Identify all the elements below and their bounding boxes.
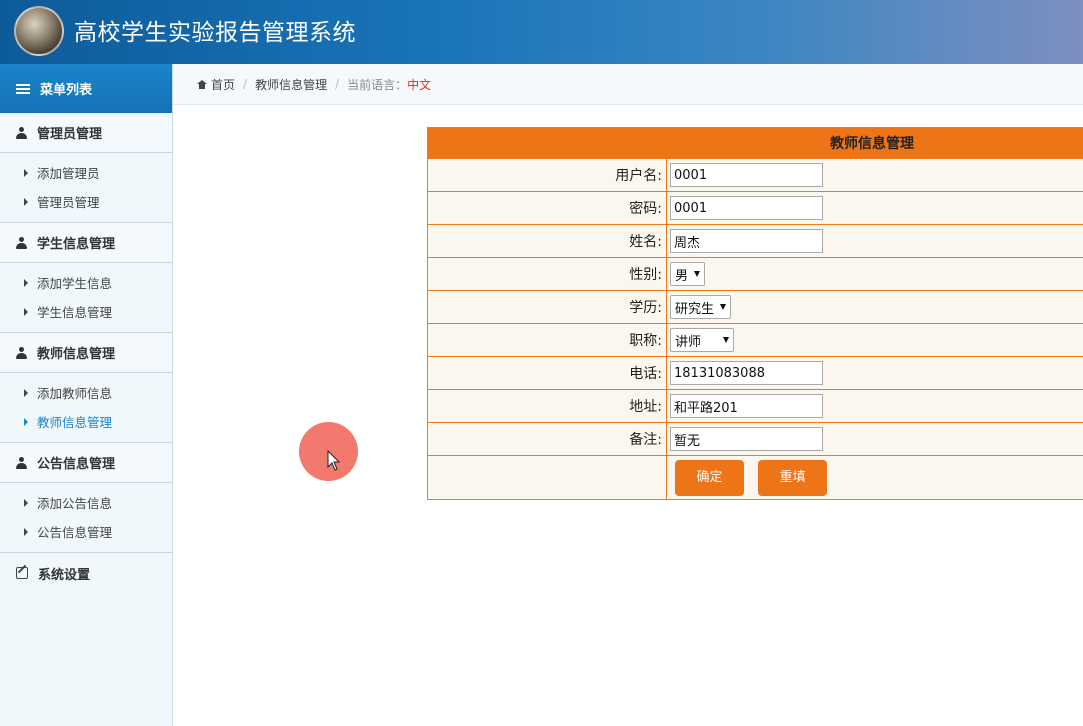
app-title: 高校学生实验报告管理系统 (74, 20, 356, 46)
language-label: 当前语言： (347, 77, 408, 92)
group-title: 学生信息管理 (37, 237, 116, 252)
sidebar-item-label: 公告信息管理 (37, 525, 113, 540)
home-icon (197, 79, 207, 89)
group-title: 公告信息管理 (37, 457, 116, 472)
user-icon (16, 126, 27, 139)
caret-right-icon (24, 417, 28, 426)
form-title: 教师信息管理 (427, 127, 1083, 159)
language-value: 中文 (407, 77, 432, 92)
sidebar-item-manage-student[interactable]: 学生信息管理 (0, 297, 172, 326)
sidebar-sublist-teacher: 添加教师信息 教师信息管理 (0, 373, 172, 443)
gender-label: 性别: (427, 257, 667, 291)
sidebar-menu-header: 菜单列表 (0, 64, 172, 113)
group-title: 管理员管理 (37, 127, 103, 142)
username-input[interactable] (670, 163, 823, 187)
address-input[interactable] (670, 394, 823, 418)
user-icon (16, 236, 27, 249)
caret-right-icon (24, 168, 28, 177)
caret-right-icon (24, 307, 28, 316)
address-label: 地址: (427, 389, 667, 423)
main-content: 教师信息管理 用户名: 密码: 姓名: 性别: 男 学历: (173, 105, 1083, 726)
caret-right-icon (24, 388, 28, 397)
sidebar-item-label: 教师信息管理 (37, 415, 113, 430)
education-select[interactable]: 研究生 (670, 295, 732, 319)
sidebar-group-notice[interactable]: 公告信息管理 (0, 443, 172, 483)
caret-right-icon (24, 197, 28, 206)
job-title-selected-value: 讲师 (675, 334, 702, 350)
settings-label: 系统设置 (38, 567, 91, 583)
sidebar-group-student[interactable]: 学生信息管理 (0, 223, 172, 263)
job-title-label: 职称: (427, 323, 667, 357)
sidebar-item-settings[interactable]: 系统设置 (0, 553, 172, 593)
breadcrumb-current[interactable]: 教师信息管理 (255, 76, 327, 93)
caret-right-icon (24, 498, 28, 507)
submit-button[interactable]: 确定 (675, 459, 744, 496)
sidebar-sublist-admin: 添加管理员 管理员管理 (0, 153, 172, 223)
sidebar-item-add-teacher[interactable]: 添加教师信息 (0, 378, 172, 407)
app-header: 高校学生实验报告管理系统 (0, 0, 1083, 64)
sidebar-item-manage-admin[interactable]: 管理员管理 (0, 187, 172, 216)
sidebar-item-label: 添加管理员 (37, 166, 100, 181)
button-row-spacer (427, 455, 667, 500)
mouse-cursor-icon (327, 450, 341, 471)
user-icon (16, 346, 27, 359)
chevron-down-icon (694, 271, 701, 277)
edit-icon (16, 567, 28, 579)
sidebar-item-label: 学生信息管理 (37, 305, 113, 320)
sidebar-item-manage-teacher[interactable]: 教师信息管理 (0, 407, 172, 436)
sidebar-item-label: 添加教师信息 (37, 386, 113, 401)
sidebar-item-manage-notice[interactable]: 公告信息管理 (0, 517, 172, 546)
password-input[interactable] (670, 196, 823, 220)
sidebar-group-teacher[interactable]: 教师信息管理 (0, 333, 172, 373)
menu-title: 菜单列表 (40, 83, 93, 98)
breadcrumb-separator: / (243, 77, 248, 91)
phone-label: 电话: (427, 356, 667, 390)
username-label: 用户名: (427, 158, 667, 192)
gender-select[interactable]: 男 (670, 262, 706, 286)
breadcrumb: 首页 / 教师信息管理 / 当前语言： 中文 (173, 64, 1083, 105)
user-icon (16, 456, 27, 469)
list-icon (16, 83, 30, 95)
caret-right-icon (24, 527, 28, 536)
name-label: 姓名: (427, 224, 667, 258)
remark-label: 备注: (427, 422, 667, 456)
sidebar-group-admin[interactable]: 管理员管理 (0, 113, 172, 153)
sidebar-sublist-student: 添加学生信息 学生信息管理 (0, 263, 172, 333)
sidebar-item-add-student[interactable]: 添加学生信息 (0, 268, 172, 297)
breadcrumb-home[interactable]: 首页 (211, 76, 235, 93)
sidebar-item-label: 添加学生信息 (37, 276, 113, 291)
sidebar: 菜单列表 管理员管理 添加管理员 管理员管理 学生信息管理 添加学生信息 学生信… (0, 64, 173, 726)
password-label: 密码: (427, 191, 667, 225)
logo-avatar (14, 6, 64, 56)
sidebar-item-label: 管理员管理 (37, 195, 100, 210)
education-selected-value: 研究生 (675, 301, 715, 317)
chevron-down-icon (723, 337, 729, 343)
sidebar-sublist-notice: 添加公告信息 公告信息管理 (0, 483, 172, 553)
breadcrumb-separator: / (335, 77, 340, 91)
name-input[interactable] (670, 229, 823, 253)
gender-selected-value: 男 (675, 268, 689, 284)
education-label: 学历: (427, 290, 667, 324)
reset-button[interactable]: 重填 (758, 459, 828, 496)
group-title: 教师信息管理 (37, 347, 116, 362)
chevron-down-icon (720, 304, 727, 310)
sidebar-item-label: 添加公告信息 (37, 496, 113, 511)
job-title-select[interactable]: 讲师 (670, 328, 734, 352)
sidebar-item-add-notice[interactable]: 添加公告信息 (0, 488, 172, 517)
phone-input[interactable] (670, 361, 823, 385)
sidebar-item-add-admin[interactable]: 添加管理员 (0, 158, 172, 187)
remark-input[interactable] (670, 427, 823, 451)
caret-right-icon (24, 278, 28, 287)
teacher-form: 教师信息管理 用户名: 密码: 姓名: 性别: 男 学历: (427, 127, 1083, 500)
